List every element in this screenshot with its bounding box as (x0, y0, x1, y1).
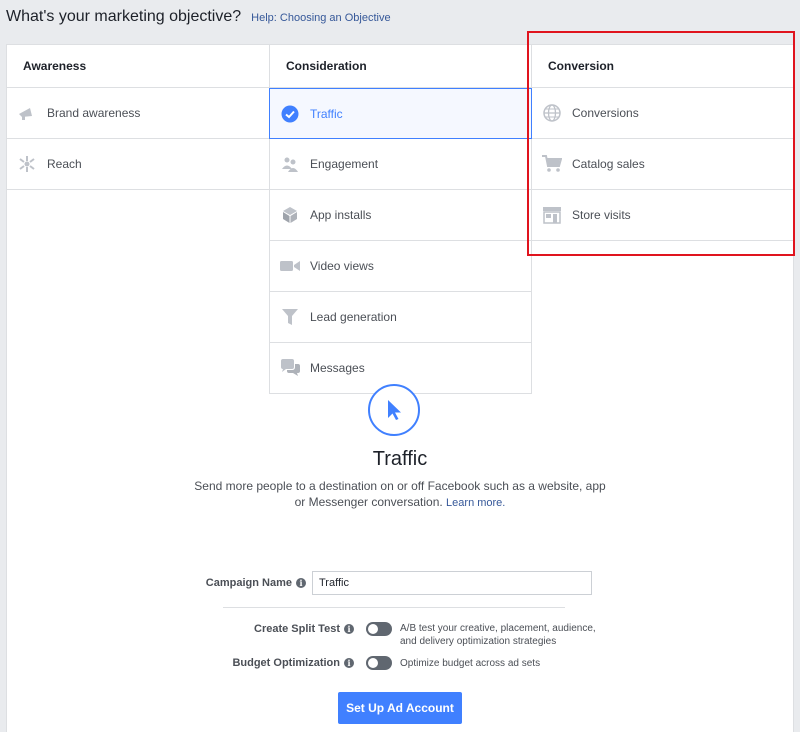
campaign-name-input[interactable]: Traffic (312, 571, 592, 595)
column-heading-consideration: Consideration (269, 45, 532, 88)
budget-optimization-label: Budget Optimization i (180, 657, 354, 669)
objective-brand-awareness[interactable]: Brand awareness (7, 88, 269, 139)
column-heading-awareness: Awareness (7, 45, 269, 88)
objective-traffic[interactable]: Traffic (269, 88, 532, 139)
set-up-ad-account-button[interactable]: Set Up Ad Account (338, 692, 462, 724)
split-test-toggle[interactable] (366, 622, 392, 636)
objective-label: Conversions (572, 106, 639, 120)
column-awareness: Awareness Brand awareness Reach (7, 45, 269, 190)
split-test-description: A/B test your creative, placement, audie… (400, 623, 596, 647)
help-link[interactable]: Help: Choosing an Objective (251, 12, 390, 24)
objective-label: Catalog sales (572, 157, 645, 171)
objective-lead-generation[interactable]: Lead generation (269, 292, 532, 343)
objective-label: Reach (47, 157, 82, 171)
objective-label: App installs (310, 208, 372, 222)
funnel-icon (280, 307, 300, 327)
box-icon (280, 205, 300, 225)
store-icon (542, 205, 562, 225)
people-icon (280, 154, 300, 174)
objective-label: Traffic (310, 106, 343, 121)
campaign-name-label-text: Campaign Name (205, 577, 292, 589)
objective-reach[interactable]: Reach (7, 139, 269, 190)
objective-conversions[interactable]: Conversions (532, 88, 795, 139)
objective-engagement[interactable]: Engagement (269, 139, 532, 190)
objective-label: Store visits (572, 208, 631, 222)
split-test-label-text: Create Split Test (254, 623, 340, 635)
budget-optimization-row: Budget Optimization i Optimize budget ac… (180, 656, 540, 670)
objective-video-views[interactable]: Video views (269, 241, 532, 292)
reach-icon (17, 154, 37, 174)
objective-label: Engagement (310, 157, 379, 171)
objective-label: Messages (310, 361, 365, 375)
objective-app-installs[interactable]: App installs (269, 190, 532, 241)
split-test-row: Create Split Test i A/B test your creati… (180, 622, 610, 648)
detail-description: Send more people to a destination on or … (190, 478, 610, 511)
column-consideration: Consideration Traffic Engagement App ins… (269, 45, 532, 394)
cart-icon (542, 154, 562, 174)
page-title: What's your marketing objective? (6, 8, 242, 25)
objective-label: Brand awareness (47, 106, 141, 120)
learn-more-link[interactable]: Learn more. (446, 497, 505, 509)
check-circle-icon (280, 104, 300, 124)
detail-description-text: Send more people to a destination on or … (194, 479, 606, 509)
megaphone-icon (17, 103, 37, 123)
info-icon[interactable]: i (344, 658, 354, 668)
info-icon[interactable]: i (296, 578, 306, 588)
split-test-label: Create Split Test i (180, 622, 354, 636)
objective-catalog-sales[interactable]: Catalog sales (532, 139, 795, 190)
budget-optimization-toggle[interactable] (366, 656, 392, 670)
objective-label: Lead generation (310, 310, 397, 324)
objective-label: Video views (310, 259, 374, 273)
video-camera-icon (280, 256, 300, 276)
column-heading-conversion: Conversion (532, 45, 795, 88)
chat-bubbles-icon (280, 358, 300, 378)
page-header: What's your marketing objective? Help: C… (6, 8, 391, 26)
form-divider (223, 607, 565, 608)
column-conversion: Conversion Conversions Catalog sales Sto… (532, 45, 795, 241)
budget-optimization-label-text: Budget Optimization (232, 657, 340, 669)
info-icon[interactable]: i (344, 624, 354, 634)
detail-title: Traffic (372, 448, 428, 470)
campaign-name-label: Campaign Name i (190, 577, 306, 589)
globe-icon (542, 103, 562, 123)
campaign-name-row: Campaign Name i Traffic (190, 571, 592, 595)
budget-optimization-description: Optimize budget across ad sets (400, 657, 541, 669)
objective-store-visits[interactable]: Store visits (532, 190, 795, 241)
cursor-icon (368, 384, 420, 436)
